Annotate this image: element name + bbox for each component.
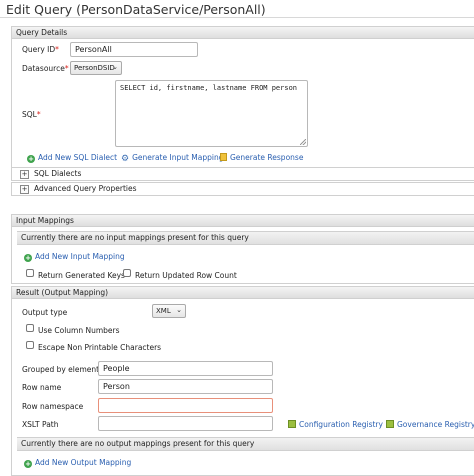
- chevron-down-icon: ⌄: [112, 63, 118, 71]
- configuration-registry-link[interactable]: Configuration Registry: [288, 420, 383, 429]
- add-sql-dialect-link[interactable]: + Add New SQL Dialect: [27, 153, 117, 163]
- use-column-numbers-checkbox[interactable]: [26, 324, 34, 332]
- return-updated-row-count-checkbox[interactable]: [123, 269, 131, 277]
- document-icon: [220, 153, 227, 161]
- output-mappings-empty-message: Currently there are no output mappings p…: [17, 437, 474, 451]
- expand-plus-icon[interactable]: +: [20, 170, 29, 179]
- add-input-mapping-link[interactable]: + Add New Input Mapping: [24, 252, 125, 262]
- sql-label: SQL*: [22, 110, 41, 119]
- escape-non-printable-label: Escape Non Printable Characters: [38, 343, 162, 352]
- xslt-path-input[interactable]: [98, 416, 273, 431]
- escape-non-printable-checkbox[interactable]: [26, 341, 34, 349]
- chevron-down-icon: ⌄: [176, 306, 182, 314]
- use-column-numbers-label: Use Column Numbers: [38, 326, 120, 335]
- datasource-select[interactable]: PersonDSID ⌄: [70, 61, 122, 75]
- query-id-input[interactable]: PersonAll: [70, 42, 198, 57]
- row-namespace-input[interactable]: [98, 398, 273, 413]
- row-namespace-label: Row namespace: [22, 402, 84, 411]
- expand-plus-icon[interactable]: +: [20, 185, 29, 194]
- output-type-select[interactable]: XML ⌄: [152, 304, 186, 318]
- plus-circle-icon: +: [24, 460, 32, 468]
- query-details-header: Query Details: [12, 27, 474, 39]
- return-updated-row-count-label: Return Updated Row Count: [135, 271, 237, 280]
- page-title: Edit Query (PersonDataService/PersonAll): [6, 2, 266, 17]
- query-id-label: Query ID*: [22, 45, 59, 54]
- registry-icon: [288, 420, 296, 428]
- result-header: Result (Output Mapping): [12, 287, 474, 299]
- return-generated-keys-checkbox[interactable]: [26, 269, 34, 277]
- input-mappings-empty-message: Currently there are no input mappings pr…: [17, 231, 474, 245]
- sql-dialects-expander[interactable]: + SQL Dialects: [11, 167, 474, 181]
- datasource-label: Datasource*: [22, 64, 69, 73]
- gear-icon: ⚙: [121, 154, 130, 164]
- plus-circle-icon: +: [24, 254, 32, 262]
- plus-circle-icon: +: [27, 155, 35, 163]
- registry-icon: [386, 420, 394, 428]
- grouped-by-label: Grouped by element: [22, 365, 100, 374]
- row-name-label: Row name: [22, 383, 62, 392]
- return-generated-keys-label: Return Generated Keys: [38, 271, 125, 280]
- xslt-path-label: XSLT Path: [22, 420, 59, 429]
- output-type-label: Output type: [22, 308, 68, 317]
- input-mappings-header: Input Mappings: [12, 215, 474, 227]
- governance-registry-link[interactable]: Governance Registry: [386, 420, 474, 429]
- advanced-query-properties-label: Advanced Query Properties: [34, 184, 137, 193]
- resize-grip-icon[interactable]: [300, 139, 306, 145]
- advanced-query-properties-expander[interactable]: + Advanced Query Properties: [11, 182, 474, 196]
- sql-textarea[interactable]: SELECT id, firstname, lastname FROM pers…: [115, 80, 308, 147]
- generate-response-link[interactable]: Generate Response: [220, 153, 303, 162]
- sql-dialects-label: SQL Dialects: [34, 169, 82, 178]
- generate-input-mappings-link[interactable]: ⚙ Generate Input Mappings: [121, 153, 227, 164]
- add-output-mapping-link[interactable]: + Add New Output Mapping: [24, 458, 131, 468]
- grouped-by-input[interactable]: People: [98, 361, 273, 376]
- title-divider: [0, 17, 474, 18]
- row-name-input[interactable]: Person: [98, 379, 273, 394]
